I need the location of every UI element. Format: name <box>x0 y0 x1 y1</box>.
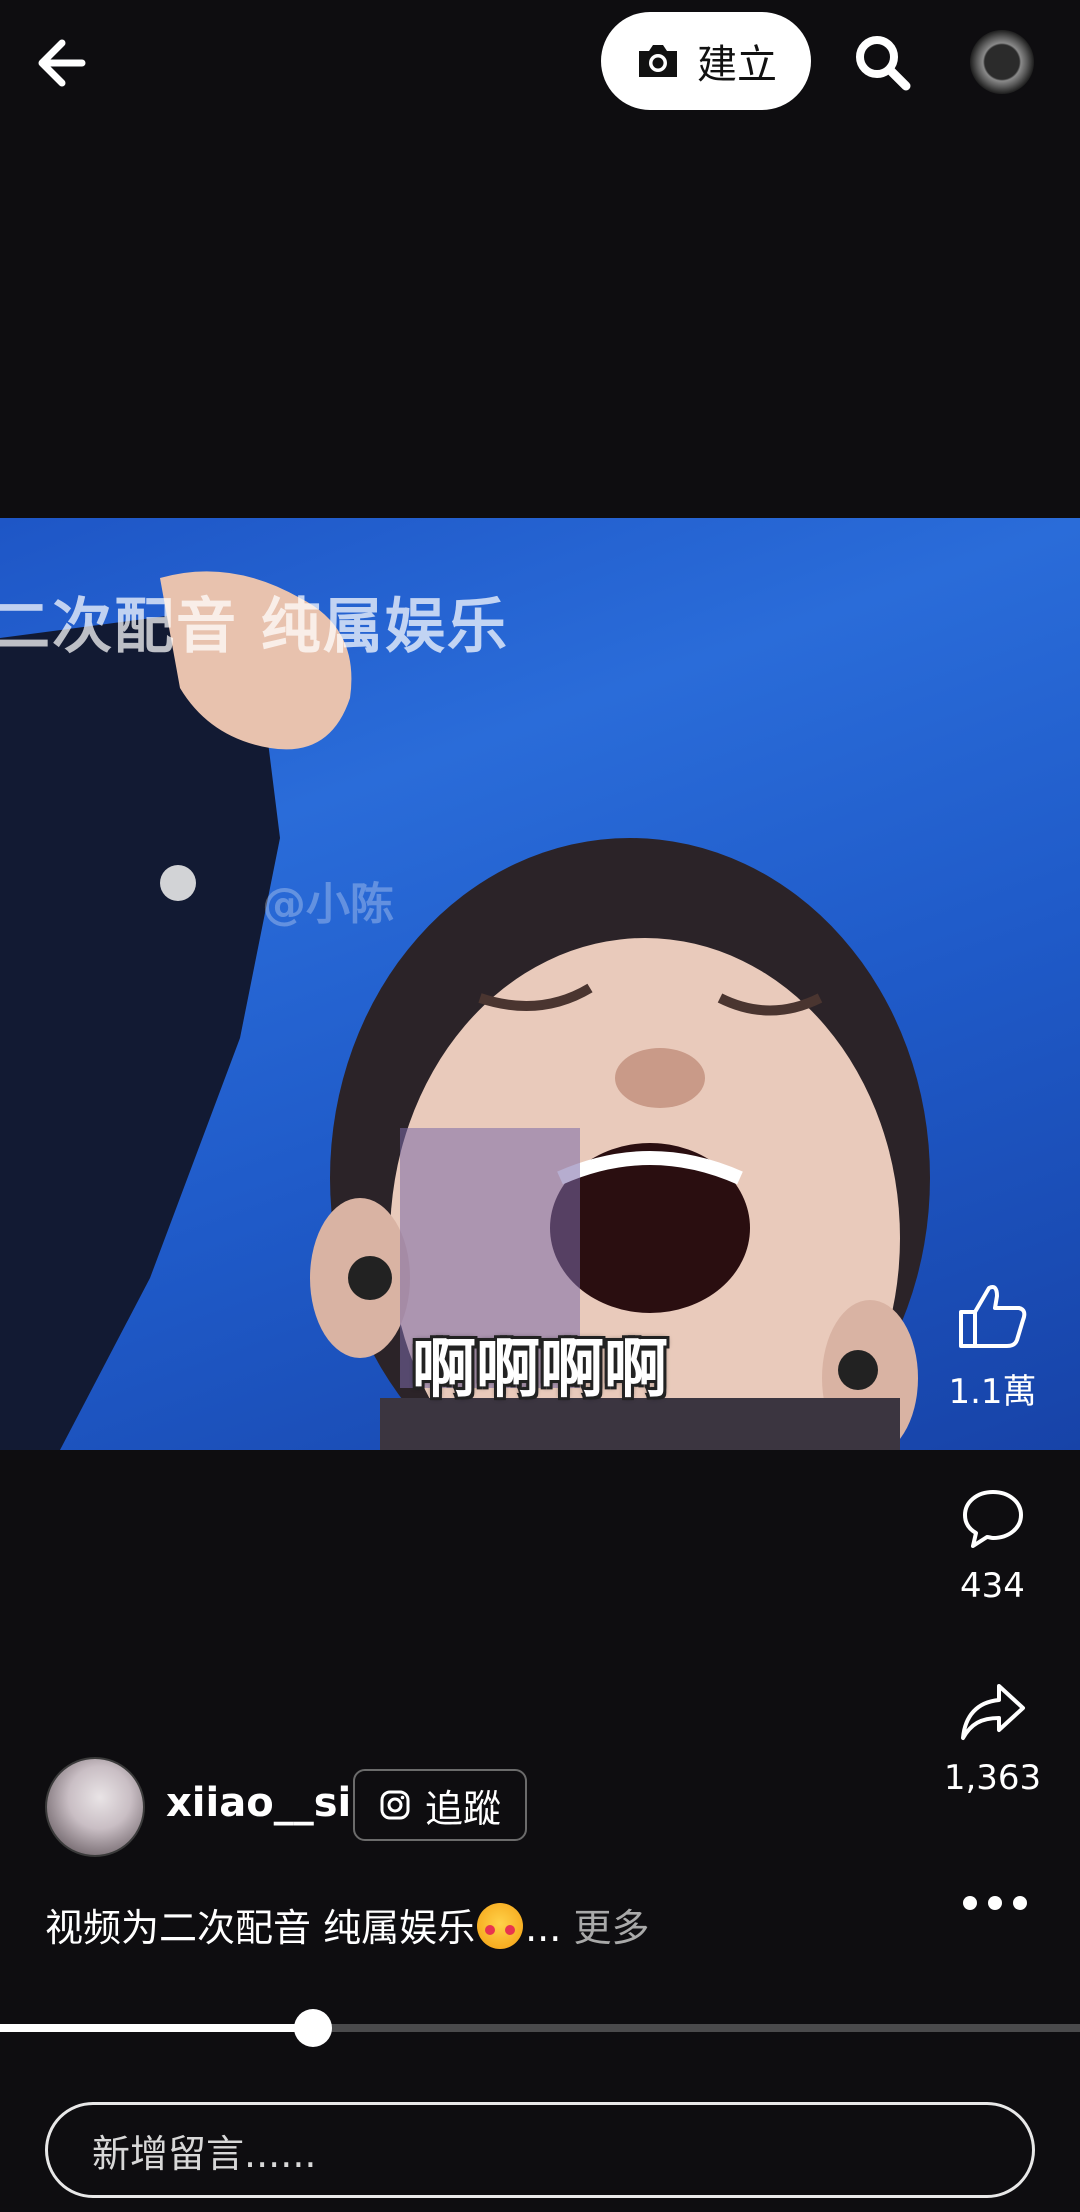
author-username[interactable]: xiiao__si <box>166 1780 351 1826</box>
share-button[interactable]: 1,363 <box>940 1680 1045 1798</box>
comment-button[interactable]: 434 <box>940 1486 1045 1606</box>
video-player[interactable]: 二次配音 纯属娱乐 @小陈 啊啊啊啊 <box>0 518 1080 1450</box>
search-button[interactable] <box>848 28 918 98</box>
instagram-icon <box>380 1790 410 1820</box>
follow-button[interactable]: 追蹤 <box>353 1769 527 1841</box>
thumbs-up-icon <box>958 1285 1026 1348</box>
arrow-left-icon <box>38 39 86 87</box>
video-watermark: @小陈 <box>262 879 394 930</box>
progress-scrubber[interactable] <box>294 2009 333 2047</box>
create-label: 建立 <box>697 42 777 88</box>
caption-ellipsis: ... <box>525 1906 562 1950</box>
caption-more-link[interactable]: 更多 <box>573 1906 649 1950</box>
more-options-button[interactable] <box>955 1888 1035 1918</box>
comment-input[interactable]: 新增留言...... <box>45 2102 1035 2198</box>
comment-placeholder: 新增留言...... <box>92 2131 317 2176</box>
like-count: 1.1萬 <box>948 1372 1037 1412</box>
share-count: 1,363 <box>943 1758 1042 1798</box>
caption-text: 视频为二次配音 纯属娱乐 <box>45 1906 476 1950</box>
comment-icon <box>962 1490 1023 1548</box>
video-subtitle: 啊啊啊啊 <box>412 1333 668 1407</box>
camera-icon <box>639 45 677 77</box>
smiling-face-with-hearts-icon <box>477 1903 524 1949</box>
video-caption[interactable]: 视频为二次配音 纯属娱乐... 更多 <box>45 1897 649 1952</box>
search-icon <box>856 36 911 91</box>
follow-label: 追蹤 <box>424 1786 501 1831</box>
video-overlay-title: 二次配音 纯属娱乐 <box>0 592 509 662</box>
back-button[interactable] <box>30 28 100 98</box>
create-button[interactable]: 建立 <box>601 12 811 110</box>
profile-avatar[interactable] <box>970 30 1034 94</box>
share-icon <box>960 1684 1025 1740</box>
like-button[interactable]: 1.1萬 <box>940 1282 1045 1413</box>
more-horizontal-icon <box>963 1896 1027 1910</box>
comment-count: 434 <box>960 1566 1025 1606</box>
author-avatar[interactable] <box>45 1757 145 1857</box>
progress-fill <box>0 2024 314 2032</box>
